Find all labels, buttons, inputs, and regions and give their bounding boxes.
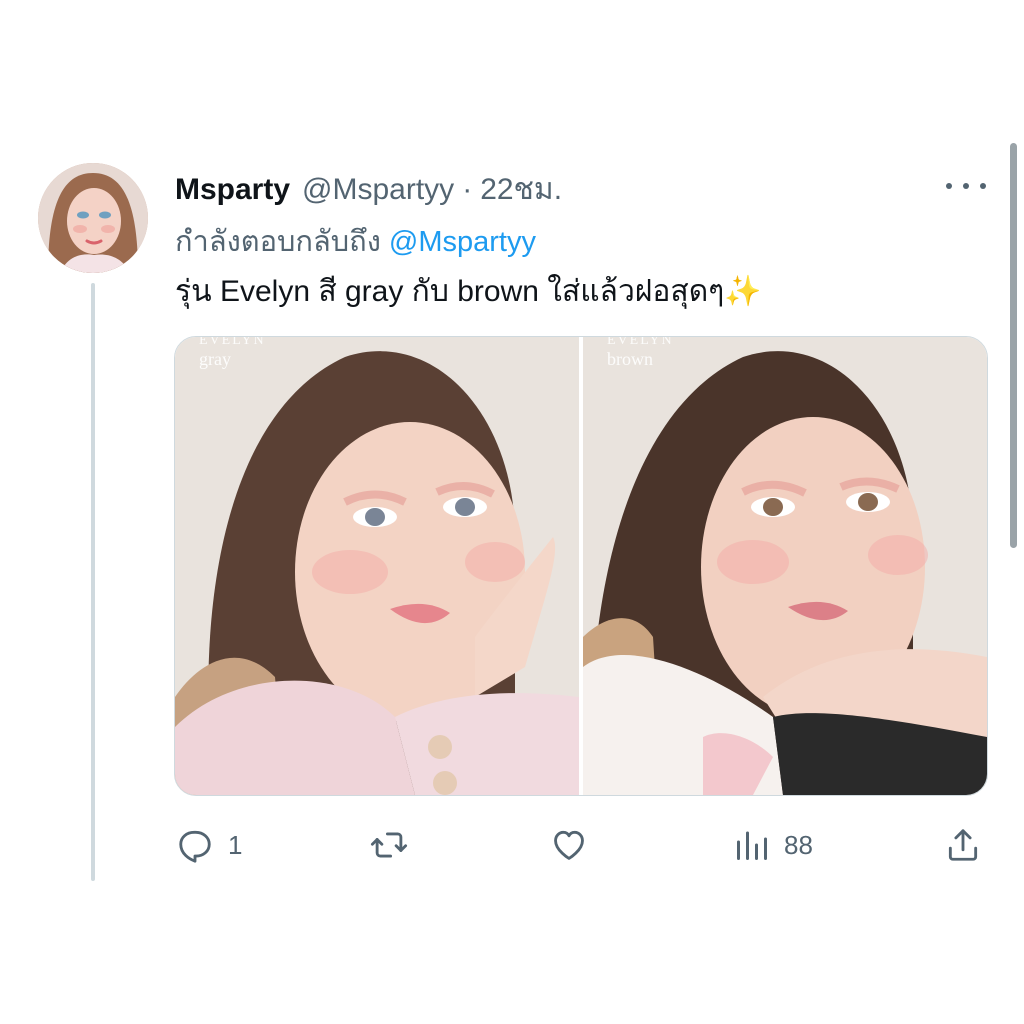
views-count: 88 bbox=[784, 829, 813, 860]
more-dot bbox=[980, 183, 986, 189]
reply-icon bbox=[179, 830, 211, 863]
separator-dot: · bbox=[462, 173, 473, 206]
media-photo-gray[interactable]: EVELYN gray bbox=[175, 337, 579, 795]
analytics-icon bbox=[737, 831, 767, 860]
scrollbar[interactable] bbox=[1010, 143, 1017, 548]
tweet-page: Msparty @Mspartyy · 22ชม. กำลังตอบกลับถึ… bbox=[0, 0, 1024, 1024]
user-handle[interactable]: @Mspartyy bbox=[302, 173, 454, 207]
share-icon bbox=[948, 829, 978, 861]
avatar[interactable] bbox=[38, 163, 148, 273]
reply-button[interactable]: 1 bbox=[176, 826, 242, 864]
media-brand-label: EVELYN bbox=[199, 337, 266, 348]
tweet-text: รุ่น Evelyn สี gray กับ brown ใส่แล้วฝอส… bbox=[175, 275, 762, 308]
reply-mention-link[interactable]: @Mspartyy bbox=[389, 226, 536, 258]
tweet-actions: 1 88 bbox=[0, 822, 1024, 870]
media-photo-brown[interactable]: EVELYN brown bbox=[583, 337, 987, 795]
reply-prefix: กำลังตอบกลับถึง bbox=[175, 226, 381, 258]
media-brand-label: EVELYN bbox=[607, 337, 674, 348]
heart-icon bbox=[554, 830, 584, 860]
retweet-icon bbox=[370, 832, 408, 858]
thread-line bbox=[91, 283, 95, 881]
media-shade-label: brown bbox=[607, 349, 653, 369]
tweet-media: EVELYN gray EVELYN brown bbox=[174, 336, 988, 796]
timestamp[interactable]: 22ชม. bbox=[480, 166, 562, 213]
views-button[interactable]: 88 bbox=[734, 826, 813, 864]
share-button[interactable] bbox=[944, 826, 982, 864]
more-dot bbox=[963, 183, 969, 189]
tweet-header: Msparty @Mspartyy · 22ชม. bbox=[175, 166, 562, 213]
like-button[interactable] bbox=[550, 826, 602, 864]
replying-to: กำลังตอบกลับถึง @Mspartyy bbox=[175, 218, 536, 264]
more-dot bbox=[946, 183, 952, 189]
more-horizontal-icon[interactable] bbox=[946, 176, 986, 196]
retweet-button[interactable] bbox=[368, 826, 424, 864]
reply-count: 1 bbox=[228, 829, 243, 860]
display-name[interactable]: Msparty bbox=[175, 173, 290, 207]
media-shade-label: gray bbox=[199, 349, 231, 369]
